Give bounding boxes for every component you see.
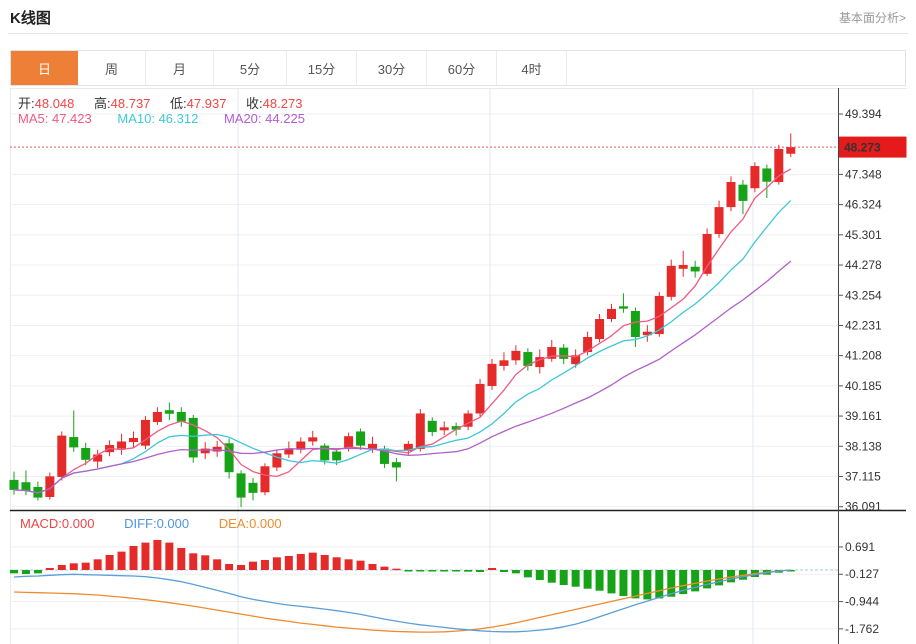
svg-text:42.231: 42.231 <box>845 318 882 332</box>
svg-text:-0.127: -0.127 <box>845 567 879 581</box>
low-info: 低:47.937 <box>170 96 227 111</box>
ohlc-info-row: 开:48.048 高:48.737 低:47.937 收:48.273 <box>18 93 318 112</box>
ma10-info: MA10: 46.312 <box>117 111 199 126</box>
dea-value-info: DEA:0.000 <box>218 516 282 531</box>
macd-info-row: MACD:0.000 DIFF:0.000 DEA:0.000 <box>20 516 308 531</box>
ma-info-row: MA5: 47.423 MA10: 46.312 MA20: 44.225 <box>18 111 327 126</box>
ma5-info: MA5: 47.423 <box>18 111 92 126</box>
svg-text:41.208: 41.208 <box>845 349 882 363</box>
svg-text:48.273: 48.273 <box>844 141 881 155</box>
svg-text:43.254: 43.254 <box>845 288 882 302</box>
kline-page: K线图 基本面分析> 日周月 5分 15分 30分 60分 4时 49.394 47.348… <box>0 0 916 644</box>
svg-text:40.185: 40.185 <box>845 379 882 393</box>
svg-text:49.394: 49.394 <box>845 107 882 121</box>
svg-text:-1.762: -1.762 <box>845 622 879 636</box>
diff-value-info: DIFF:0.000 <box>124 516 190 531</box>
close-info: 收:48.273 <box>246 96 303 111</box>
high-info: 高:48.737 <box>94 96 151 111</box>
svg-text:-0.944: -0.944 <box>845 595 879 609</box>
svg-text:45.301: 45.301 <box>845 228 882 242</box>
svg-text:36.091: 36.091 <box>845 500 882 514</box>
ma20-info: MA20: 44.225 <box>223 111 305 126</box>
svg-text:39.161: 39.161 <box>845 409 882 423</box>
svg-text:44.278: 44.278 <box>845 258 882 272</box>
open-info: 开:48.048 <box>18 96 75 111</box>
svg-text:47.348: 47.348 <box>845 167 882 181</box>
svg-text:38.138: 38.138 <box>845 439 882 453</box>
macd-value-info: MACD:0.000 <box>20 516 95 531</box>
svg-text:0.691: 0.691 <box>845 540 875 554</box>
svg-text:37.115: 37.115 <box>845 469 881 483</box>
svg-text:46.324: 46.324 <box>845 198 882 212</box>
